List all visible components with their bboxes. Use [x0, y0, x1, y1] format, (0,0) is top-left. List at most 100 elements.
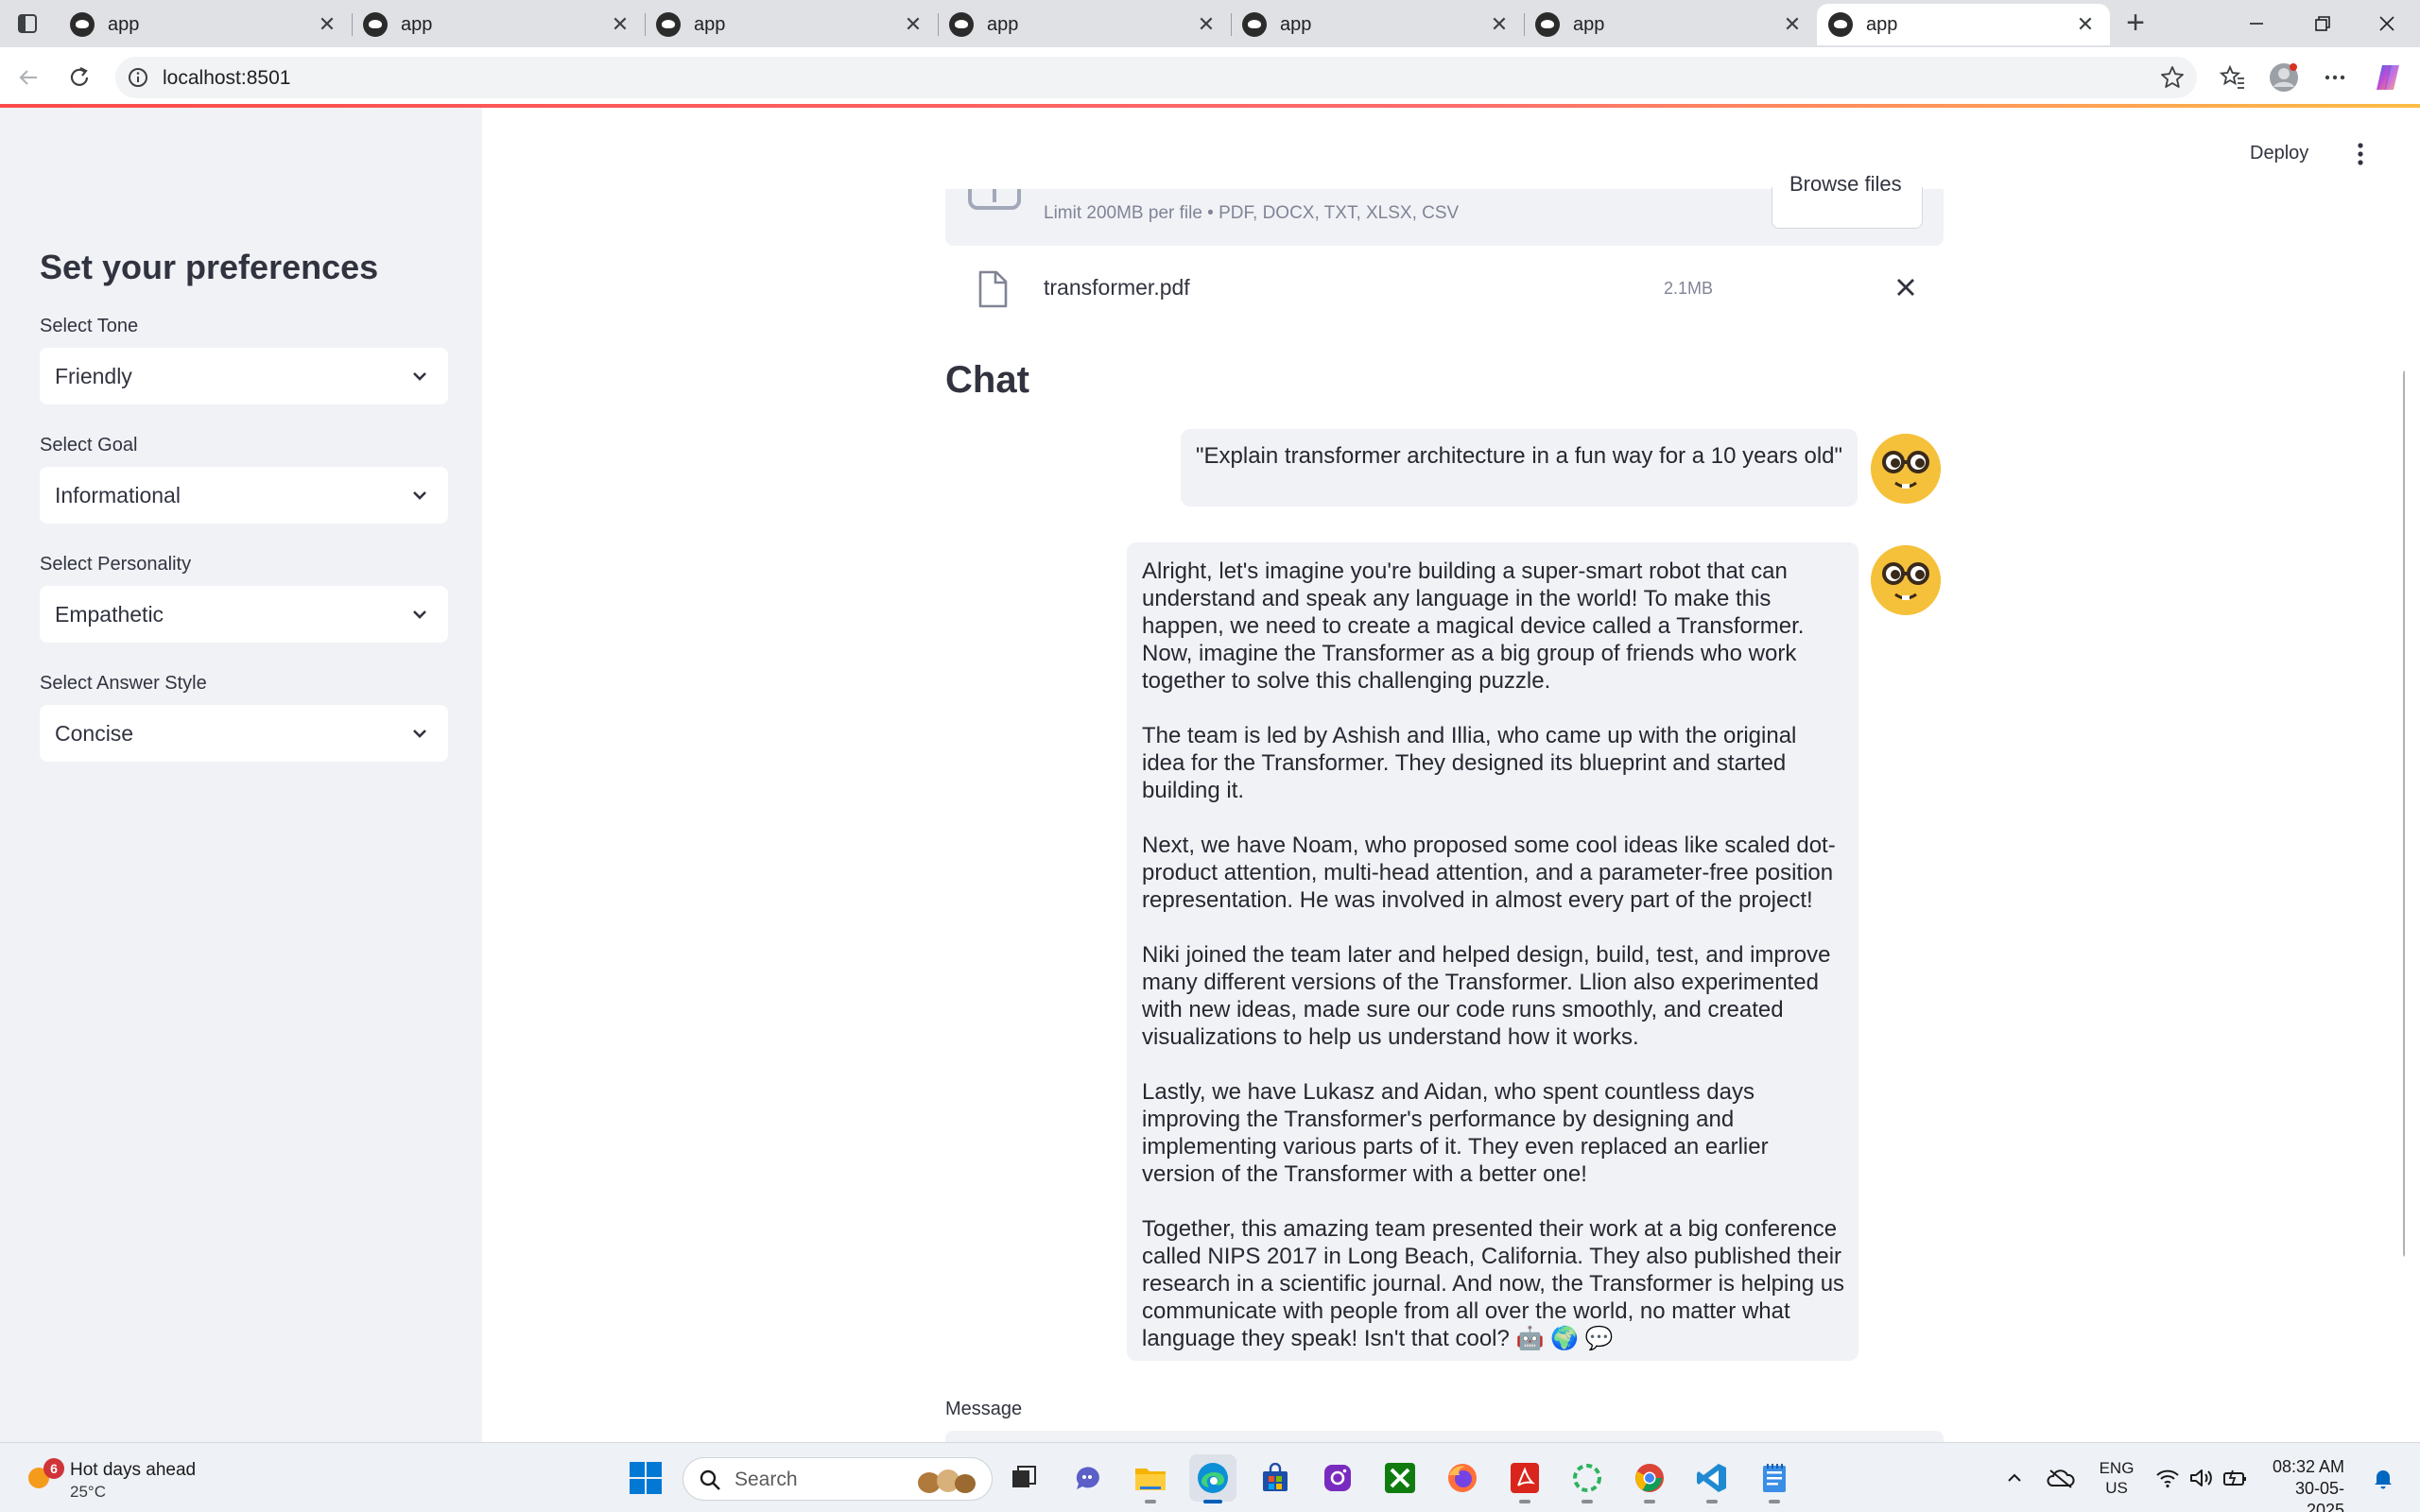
battery-icon[interactable]: [2220, 1443, 2252, 1512]
acrobat-reader-icon[interactable]: [1501, 1454, 1548, 1503]
browser-tabstrip: app ✕ app ✕ app ✕ app ✕ app ✕ app ✕ app …: [0, 0, 2420, 47]
search-icon: [700, 1469, 720, 1490]
xbox-icon[interactable]: [1376, 1454, 1424, 1502]
chevron-down-icon: [413, 730, 426, 738]
chrome-icon[interactable]: [1626, 1454, 1673, 1503]
browser-tab-6[interactable]: app ✕: [1524, 4, 1817, 45]
clock-date: 30-05-2025: [2294, 1479, 2344, 1512]
microsoft-store-icon[interactable]: [1252, 1454, 1299, 1502]
weather-badge: 6: [43, 1458, 64, 1479]
select-answer-style-value: Concise: [55, 721, 134, 746]
profile-avatar-icon[interactable]: [2269, 62, 2299, 93]
remove-file-icon[interactable]: [1894, 276, 1917, 299]
copilot-icon[interactable]: [2373, 62, 2403, 93]
streamlit-favicon-icon: [363, 12, 388, 37]
tab-close-icon[interactable]: ✕: [1193, 12, 1219, 37]
chevron-down-icon: [413, 610, 426, 619]
teams-chat-icon[interactable]: [1064, 1454, 1112, 1502]
tab-title: app: [401, 13, 433, 35]
task-view-icon[interactable]: [1000, 1454, 1047, 1502]
browser-tab-4[interactable]: app ✕: [938, 4, 1232, 45]
select-tone-label: Select Tone: [40, 316, 139, 336]
user-avatar-nerd-icon: [1871, 434, 1941, 504]
assistant-paragraph: Together, this amazing team presented th…: [1142, 1216, 1845, 1351]
assistant-paragraph: Lastly, we have Lukasz and Aidan, who sp…: [1142, 1079, 1769, 1187]
start-button[interactable]: [622, 1454, 669, 1502]
taskbar-search[interactable]: Search: [683, 1457, 993, 1501]
select-goal-dropdown[interactable]: Informational: [40, 467, 448, 524]
browser-tab-5[interactable]: app ✕: [1231, 4, 1525, 45]
browser-tab-2[interactable]: app ✕: [352, 4, 646, 45]
new-tab-button[interactable]: +: [2118, 6, 2153, 42]
main-menu-icon[interactable]: [2356, 142, 2365, 166]
favorites-icon[interactable]: [2218, 62, 2248, 93]
edge-browser-icon[interactable]: [1189, 1454, 1236, 1503]
notepad-icon[interactable]: [1751, 1454, 1798, 1503]
tab-close-icon[interactable]: ✕: [2072, 12, 2099, 37]
browser-tab-3[interactable]: app ✕: [645, 4, 939, 45]
tab-close-icon[interactable]: ✕: [900, 12, 926, 37]
select-answer-style-label: Select Answer Style: [40, 673, 207, 694]
select-answer-style-dropdown[interactable]: Concise: [40, 705, 448, 762]
tab-title: app: [694, 13, 726, 35]
message-input[interactable]: [945, 1431, 1944, 1442]
notification-bell-icon[interactable]: [2367, 1443, 2399, 1512]
running-indicator: [1203, 1500, 1222, 1503]
input-language-indicator[interactable]: ENG US: [2093, 1458, 2140, 1498]
system-clock[interactable]: 08:32 AM 30-05-2025: [2265, 1456, 2344, 1512]
wifi-icon[interactable]: [2152, 1443, 2184, 1512]
weather-temp: 25°C: [70, 1483, 106, 1501]
firefox-icon[interactable]: [1439, 1454, 1486, 1502]
browser-tab-1[interactable]: app ✕: [59, 4, 353, 45]
back-arrow-icon[interactable]: [9, 59, 47, 96]
streamlit-favicon-icon: [1828, 12, 1853, 37]
tab-title: app: [1280, 13, 1312, 35]
window-close-button[interactable]: [2354, 0, 2420, 47]
more-options-icon[interactable]: [2320, 62, 2350, 93]
browse-files-label: Browse files: [1789, 172, 1902, 196]
uploaded-file-name: transformer.pdf: [1044, 275, 1190, 300]
vscode-icon[interactable]: [1688, 1454, 1736, 1503]
select-personality-label: Select Personality: [40, 554, 192, 575]
running-indicator: [1769, 1500, 1780, 1503]
streamlit-favicon-icon: [70, 12, 95, 37]
instagram-app-icon[interactable]: [1314, 1454, 1361, 1502]
user-message-bubble: "Explain transformer architecture in a f…: [1181, 429, 1858, 507]
weather-widget[interactable]: 6 Hot days ahead 25°C: [26, 1452, 272, 1505]
browser-tab-7-active[interactable]: app ✕: [1817, 4, 2110, 45]
address-bar[interactable]: localhost:8501: [115, 57, 2197, 98]
browser-toolbar: localhost:8501: [0, 47, 2420, 106]
select-tone-dropdown[interactable]: Friendly: [40, 348, 448, 404]
tab-close-icon[interactable]: ✕: [1779, 12, 1806, 37]
uploader-limit-text: Limit 200MB per file • PDF, DOCX, TXT, X…: [1044, 203, 1460, 223]
running-indicator: [1706, 1500, 1718, 1503]
search-placeholder: Search: [735, 1469, 798, 1490]
tab-close-icon[interactable]: ✕: [1486, 12, 1512, 37]
show-hidden-icons-chevron-icon[interactable]: [2000, 1443, 2029, 1512]
minimize-button[interactable]: [2223, 0, 2290, 47]
streamlit-favicon-icon: [949, 12, 974, 37]
volume-icon[interactable]: [2186, 1443, 2218, 1512]
reload-icon[interactable]: [60, 59, 98, 96]
running-indicator: [1145, 1500, 1156, 1503]
url-text[interactable]: localhost:8501: [163, 67, 290, 90]
site-info-icon[interactable]: [127, 66, 149, 89]
chat-heading: Chat: [945, 359, 1029, 401]
onedrive-cloud-icon[interactable]: [2042, 1443, 2080, 1512]
bookmark-star-icon[interactable]: [2159, 64, 2186, 91]
browse-files-button[interactable]: Browse files: [1772, 172, 1923, 229]
file-explorer-icon[interactable]: [1127, 1454, 1174, 1503]
tab-close-icon[interactable]: ✕: [607, 12, 633, 37]
deploy-button[interactable]: Deploy: [2250, 143, 2308, 164]
select-goal-label: Select Goal: [40, 435, 138, 455]
windows-taskbar: 6 Hot days ahead 25°C Search ENG US 08:3…: [0, 1442, 2420, 1512]
tab-actions-icon[interactable]: [13, 9, 42, 38]
select-personality-dropdown[interactable]: Empathetic: [40, 586, 448, 643]
page-scrollbar[interactable]: [2403, 370, 2405, 1257]
restore-button[interactable]: [2290, 0, 2356, 47]
user-message-text: "Explain transformer architecture in a f…: [1196, 443, 1843, 469]
upload-cloud-icon: [968, 189, 1021, 210]
tab-close-icon[interactable]: ✕: [314, 12, 340, 37]
streamlit-favicon-icon: [1242, 12, 1267, 37]
loader-app-icon[interactable]: [1564, 1454, 1611, 1503]
